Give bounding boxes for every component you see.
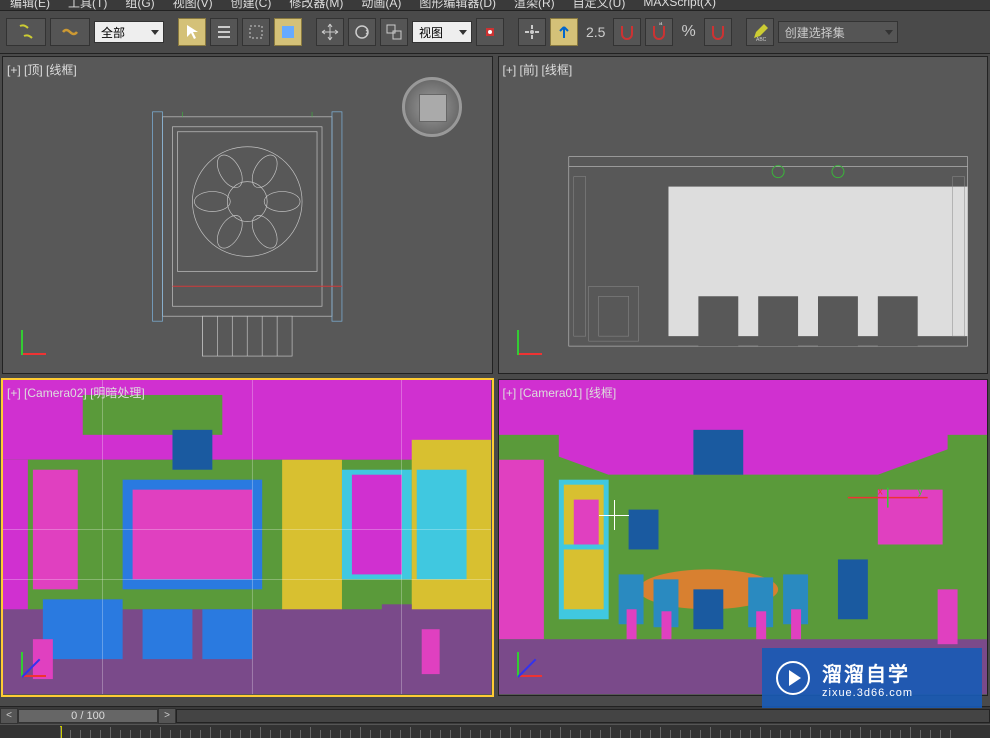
viewport-camera01-content: x y [499,380,987,694]
viewport-top[interactable]: [+] [顶] [线框] [2,56,493,374]
viewport-front[interactable]: [+] [前] [线框] [498,56,989,374]
move-button[interactable] [316,18,344,46]
named-selection-dropdown[interactable]: 创建选择集 [778,21,898,43]
viewport-camera01-label[interactable]: [+] [Camera01] [线框] [503,384,617,401]
reference-coord-label: 视图 [419,24,443,41]
snap-value-label: 2.5 [582,24,609,40]
svg-text:y: y [917,486,922,497]
menu-view[interactable]: 视图(V) [173,0,213,10]
scale-button[interactable] [380,18,408,46]
timeline-prev-button[interactable]: < [0,708,18,724]
select-by-name-button[interactable] [210,18,238,46]
menu-modifier[interactable]: 修改器(M) [289,0,343,10]
named-selection-label: 创建选择集 [785,24,845,41]
rotate-icon [352,22,372,42]
play-icon [776,661,810,695]
select-region-rect-button[interactable] [242,18,270,46]
menu-group[interactable]: 组(G) [125,0,154,10]
watermark-overlay: 溜溜自学 zixue.3d66.com [762,648,982,708]
menu-custom[interactable]: 自定义(U) [573,0,626,10]
percent-snap-label: % [677,23,699,41]
scale-icon [384,22,404,42]
arrow-up-icon [554,22,574,42]
edit-named-selection-button[interactable]: ABC [746,18,774,46]
watermark-url: zixue.3d66.com [822,687,913,699]
percent-snap-button[interactable] [704,18,732,46]
unlink-icon [16,22,36,42]
pivot-icon [480,22,500,42]
keyboard-shortcut-override-button[interactable] [550,18,578,46]
reference-coord-dropdown[interactable]: 视图 [412,21,472,43]
select-object-button[interactable] [178,18,206,46]
timeline-next-button[interactable]: > [158,708,176,724]
manipulate-icon [522,22,542,42]
angle-snap-button[interactable]: a [645,18,673,46]
magnet-percent-icon [708,22,728,42]
timeline: < 0 / 100 > [0,706,990,724]
magnet-angle-icon: a [649,22,669,42]
rotate-button[interactable] [348,18,376,46]
menubar[interactable]: 编辑(E) 工具(T) 组(G) 视图(V) 创建(C) 修改器(M) 动画(A… [0,0,990,10]
move-icon [320,22,340,42]
axis-gizmo [509,645,549,685]
menu-grapheditor[interactable]: 图形编辑器(D) [419,0,496,10]
use-pivot-center-button[interactable] [476,18,504,46]
list-icon [214,22,234,42]
axis-gizmo [13,323,53,363]
watermark-title: 溜溜自学 [822,658,913,687]
snap-toggle-button[interactable] [613,18,641,46]
viewport-front-label[interactable]: [+] [前] [线框] [503,61,573,78]
viewport-top-label[interactable]: [+] [顶] [线框] [7,61,77,78]
menu-animation[interactable]: 动画(A) [361,0,401,10]
pencil-icon: ABC [750,22,770,42]
svg-text:a: a [659,22,663,27]
axis-gizmo [509,323,549,363]
menu-edit[interactable]: 编辑(E) [10,0,50,10]
selection-filter-label: 全部 [101,24,125,41]
svg-text:ABC: ABC [756,37,767,42]
timeline-track[interactable] [176,709,990,723]
timeline-frame-label: 0 / 100 [71,710,105,722]
menu-tools[interactable]: 工具(T) [68,0,107,10]
viewport-camera02-label[interactable]: [+] [Camera02] [明暗处理] [7,384,145,401]
select-manipulate-button[interactable] [518,18,546,46]
cursor-icon [182,22,202,42]
link-icon [60,22,80,42]
viewcube[interactable] [402,77,462,137]
svg-text:x: x [877,486,882,497]
magnet-icon [617,22,637,42]
link-button[interactable] [50,18,90,46]
main-toolbar: 全部 视图 2.5 a % ABC [0,10,990,54]
viewport-camera02-content [3,380,491,694]
rect-fill-icon [278,22,298,42]
rect-dashed-icon [246,22,266,42]
menu-maxscript[interactable]: MAXScript(X) [643,0,716,9]
viewport-front-content [499,57,987,371]
window-crossing-button[interactable] [274,18,302,46]
timeline-frame-slider[interactable]: 0 / 100 [18,709,158,723]
axis-gizmo [13,645,53,685]
viewport-container: [+] [顶] [线框] [2,56,988,696]
menu-render[interactable]: 渲染(R) [514,0,555,10]
selection-filter-dropdown[interactable]: 全部 [94,21,164,43]
unlink-button[interactable] [6,18,46,46]
track-ruler[interactable] [0,724,990,738]
viewport-camera02[interactable]: [+] [Camera02] [明暗处理] [2,379,493,697]
menu-create[interactable]: 创建(C) [231,0,272,10]
